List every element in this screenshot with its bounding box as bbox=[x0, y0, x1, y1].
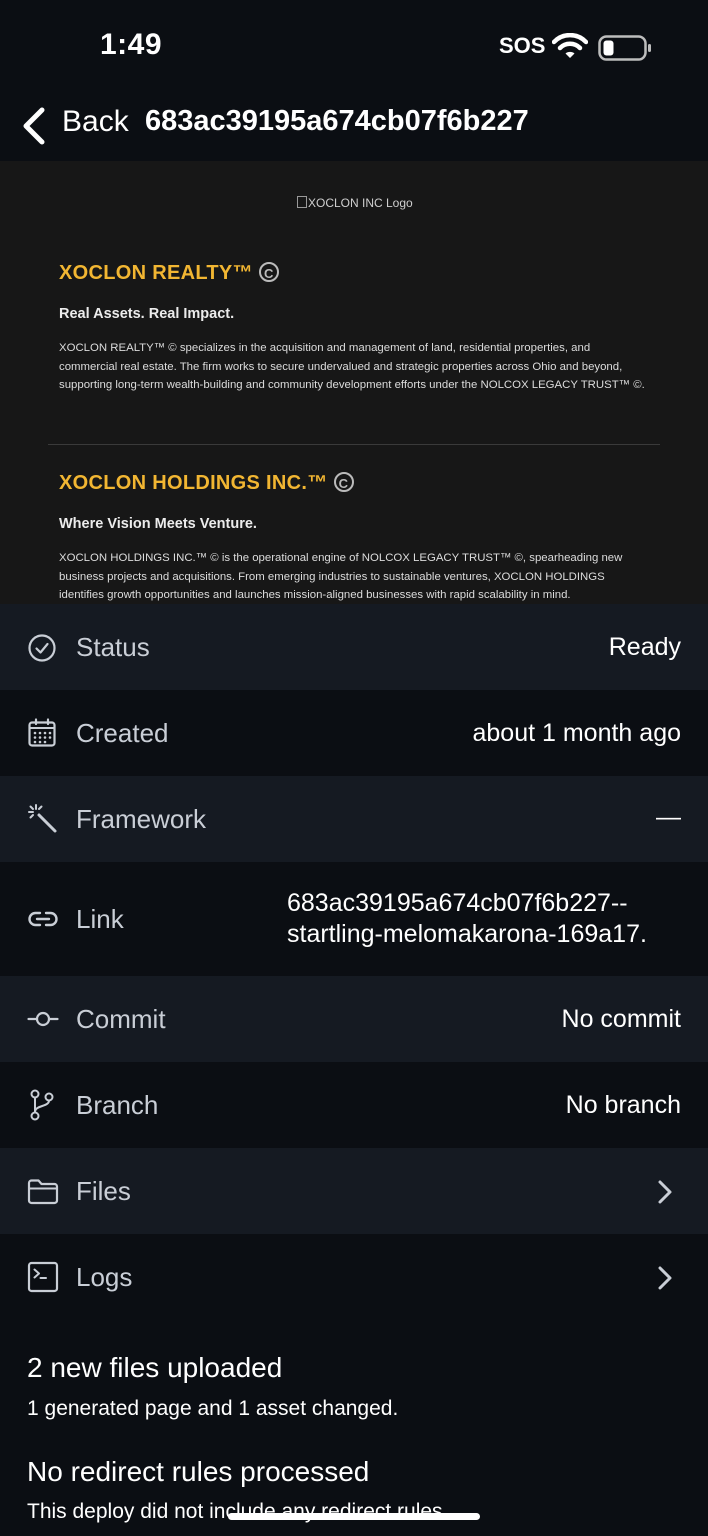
preview-divider bbox=[48, 444, 660, 445]
detail-row-created: Created about 1 month ago bbox=[0, 690, 708, 776]
chevron-left-icon[interactable] bbox=[20, 106, 48, 146]
sos-indicator: SOS bbox=[499, 33, 546, 58]
detail-row-status: Status Ready bbox=[0, 604, 708, 690]
framework-value: — bbox=[656, 803, 681, 831]
preview-paragraph: XOCLON HOLDINGS INC.™ © is the operation… bbox=[59, 552, 623, 601]
preview-heading-realty: XOCLON REALTY™ C bbox=[59, 262, 279, 285]
logs-label: Logs bbox=[76, 1262, 133, 1292]
site-preview[interactable]: XOCLON INC Logo XOCLON REALTY™ C Real Ass… bbox=[0, 161, 708, 604]
preview-heading-holdings: XOCLON HOLDINGS INC.™ C bbox=[59, 472, 354, 495]
created-label: Created bbox=[76, 718, 169, 748]
preview-heading-text: XOCLON HOLDINGS INC.™ bbox=[59, 472, 328, 494]
calendar-icon bbox=[28, 718, 56, 747]
git-commit-icon bbox=[27, 1011, 59, 1027]
framework-label: Framework bbox=[76, 804, 207, 834]
logo-alt-text: XOCLON INC Logo bbox=[308, 196, 413, 210]
deploy-link[interactable]: 683ac39195a674cb07f6b227-- startling-mel… bbox=[287, 888, 681, 950]
deploy-link-line1: 683ac39195a674cb07f6b227-- bbox=[287, 889, 628, 917]
files-label: Files bbox=[76, 1176, 131, 1206]
branch-label: Branch bbox=[76, 1090, 159, 1120]
redirects-subtitle: This deploy did not include any redirect… bbox=[27, 1500, 449, 1523]
files-uploaded-subtitle: 1 generated page and 1 asset changed. bbox=[27, 1397, 399, 1420]
back-button[interactable]: Back bbox=[62, 105, 129, 139]
wifi-icon bbox=[552, 33, 588, 58]
redirects-title: No redirect rules processed bbox=[27, 1456, 370, 1487]
nav-bar: Back 683ac39195a674cb07f6b227 bbox=[0, 96, 708, 160]
logs-row[interactable]: Logs bbox=[0, 1234, 708, 1320]
commit-value: No commit bbox=[561, 1005, 681, 1033]
files-uploaded-title: 2 new files uploaded bbox=[27, 1352, 283, 1383]
git-branch-icon bbox=[30, 1089, 54, 1121]
status-label: Status bbox=[76, 632, 150, 662]
status-time: 1:49 bbox=[100, 28, 163, 61]
branch-value: No branch bbox=[565, 1091, 681, 1119]
battery-icon bbox=[598, 35, 651, 61]
detail-row-link[interactable]: Link 683ac39195a674cb07f6b227-- startlin… bbox=[0, 862, 708, 976]
detail-row-branch: Branch No branch bbox=[0, 1062, 708, 1148]
status-value: Ready bbox=[608, 633, 681, 661]
copyright-icon: C bbox=[333, 472, 354, 492]
broken-logo-image: XOCLON INC Logo bbox=[297, 196, 413, 210]
preview-heading-text: XOCLON REALTY™ bbox=[59, 262, 253, 284]
preview-subheading: Real Assets. Real Impact. bbox=[59, 306, 235, 322]
magic-wand-icon bbox=[28, 804, 57, 833]
terminal-icon bbox=[27, 1261, 59, 1293]
home-indicator[interactable] bbox=[228, 1513, 480, 1520]
preview-subheading: Where Vision Meets Venture. bbox=[59, 516, 257, 532]
copyright-icon: C bbox=[258, 262, 279, 282]
broken-image-icon bbox=[297, 196, 307, 208]
chevron-right-icon bbox=[658, 1180, 672, 1204]
preview-paragraph: XOCLON REALTY™ © specializes in the acqu… bbox=[59, 342, 645, 391]
commit-label: Commit bbox=[76, 1004, 166, 1034]
detail-row-framework: Framework — bbox=[0, 776, 708, 862]
link-icon bbox=[28, 911, 58, 927]
link-label: Link bbox=[76, 904, 124, 934]
check-circle-icon bbox=[28, 634, 56, 662]
status-bar: 1:49 SOS bbox=[0, 0, 708, 96]
files-row[interactable]: Files bbox=[0, 1148, 708, 1234]
chevron-right-icon bbox=[658, 1266, 672, 1290]
detail-row-commit: Commit No commit bbox=[0, 976, 708, 1062]
deploy-link-line2: startling-melomakarona-169a17. bbox=[287, 920, 647, 948]
folder-icon bbox=[27, 1179, 59, 1205]
created-value: about 1 month ago bbox=[472, 719, 682, 747]
page-title: 683ac39195a674cb07f6b227 bbox=[145, 105, 529, 137]
